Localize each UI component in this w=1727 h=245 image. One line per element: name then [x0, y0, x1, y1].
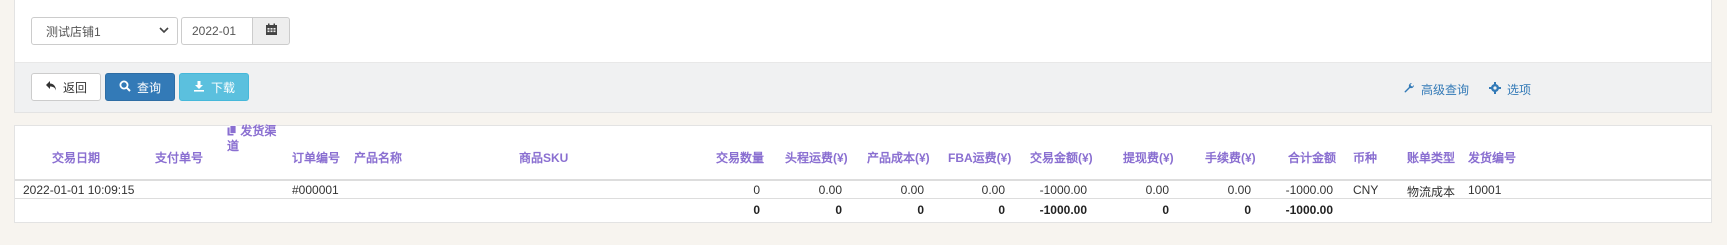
col-trade-date[interactable]: 交易日期	[52, 149, 100, 166]
store-select-value: 测试店铺1	[46, 24, 101, 39]
chevron-down-icon	[159, 25, 169, 38]
col-ship-channel[interactable]: 发货渠道	[227, 124, 287, 153]
col-ship-no[interactable]: 发货编号	[1468, 149, 1516, 166]
col-total-amount[interactable]: 合计金额	[1288, 149, 1336, 166]
col-payment-no[interactable]: 支付单号	[155, 149, 203, 166]
header-divider	[15, 179, 1711, 181]
advanced-query-link[interactable]: 高级查询	[1403, 81, 1469, 98]
cell-trade-date: 2022-01-01 10:09:15	[23, 183, 135, 197]
options-label: 选项	[1507, 83, 1532, 97]
cell-ship-no: 10001	[1468, 183, 1502, 197]
cell-quantity: 0	[753, 183, 760, 197]
calendar-button[interactable]	[252, 17, 290, 45]
cell-withdraw-fee: 0.00	[1145, 183, 1169, 197]
cell-total-amount: -1000.00	[1285, 183, 1333, 197]
cell-order-no: #000001	[292, 183, 339, 197]
undo-icon	[45, 80, 57, 95]
col-bill-type[interactable]: 账单类型	[1407, 149, 1455, 166]
col-fba-fee[interactable]: FBA运费(¥)	[948, 149, 1011, 166]
gear-icon	[1489, 82, 1501, 97]
col-product-cost[interactable]: 产品成本(¥)	[867, 149, 930, 166]
back-label: 返回	[62, 80, 87, 95]
cell-product-cost: 0.00	[900, 183, 924, 197]
advanced-query-label: 高级查询	[1421, 83, 1470, 97]
cell-handling-fee: 0.00	[1227, 183, 1251, 197]
total-first-leg-fee: 0	[835, 203, 842, 217]
data-table: 交易日期 支付单号 发货渠道 订单编号 产品名称 商品SKU 交易数量 头程运费…	[14, 124, 1712, 223]
col-trade-amount[interactable]: 交易金额(¥)	[1030, 149, 1093, 166]
col-currency[interactable]: 币种	[1353, 149, 1377, 166]
total-trade-amount: -1000.00	[1039, 203, 1087, 217]
cell-trade-amount: -1000.00	[1039, 183, 1087, 197]
search-icon	[119, 80, 131, 95]
download-label: 下载	[210, 80, 235, 95]
month-picker: 2022-01	[181, 17, 290, 45]
download-button[interactable]: 下载	[179, 73, 249, 101]
store-select[interactable]: 测试店铺1	[31, 17, 178, 45]
total-quantity: 0	[753, 203, 760, 217]
filter-row: 测试店铺1 2022-01	[31, 17, 290, 47]
back-button[interactable]: 返回	[31, 73, 101, 101]
total-total-amount: -1000.00	[1285, 203, 1333, 217]
row-divider	[15, 198, 1711, 199]
total-withdraw-fee: 0	[1162, 203, 1169, 217]
download-icon	[193, 80, 205, 95]
copy-icon	[227, 125, 237, 139]
col-withdraw-fee[interactable]: 提现费(¥)	[1123, 149, 1174, 166]
col-sku[interactable]: 商品SKU	[519, 149, 568, 166]
query-button[interactable]: 查询	[105, 73, 175, 101]
calendar-icon	[265, 23, 278, 39]
query-label: 查询	[136, 80, 161, 95]
col-handling-fee[interactable]: 手续费(¥)	[1205, 149, 1256, 166]
col-product-name[interactable]: 产品名称	[354, 149, 402, 166]
cell-fba-fee: 0.00	[981, 183, 1005, 197]
col-quantity[interactable]: 交易数量	[716, 149, 764, 166]
cell-currency: CNY	[1353, 183, 1379, 197]
options-link[interactable]: 选项	[1489, 81, 1531, 98]
col-first-leg-fee[interactable]: 头程运费(¥)	[785, 149, 848, 166]
total-product-cost: 0	[917, 203, 924, 217]
filter-panel: 测试店铺1 2022-01 返回 查询 下载 高级查询 选项	[14, 0, 1712, 113]
col-order-no[interactable]: 订单编号	[292, 149, 340, 166]
month-input[interactable]: 2022-01	[181, 17, 252, 45]
total-fba-fee: 0	[998, 203, 1005, 217]
toolbar: 返回 查询 下载 高级查询 选项	[15, 62, 1711, 112]
wrench-icon	[1403, 82, 1415, 97]
total-handling-fee: 0	[1244, 203, 1251, 217]
cell-first-leg-fee: 0.00	[818, 183, 842, 197]
